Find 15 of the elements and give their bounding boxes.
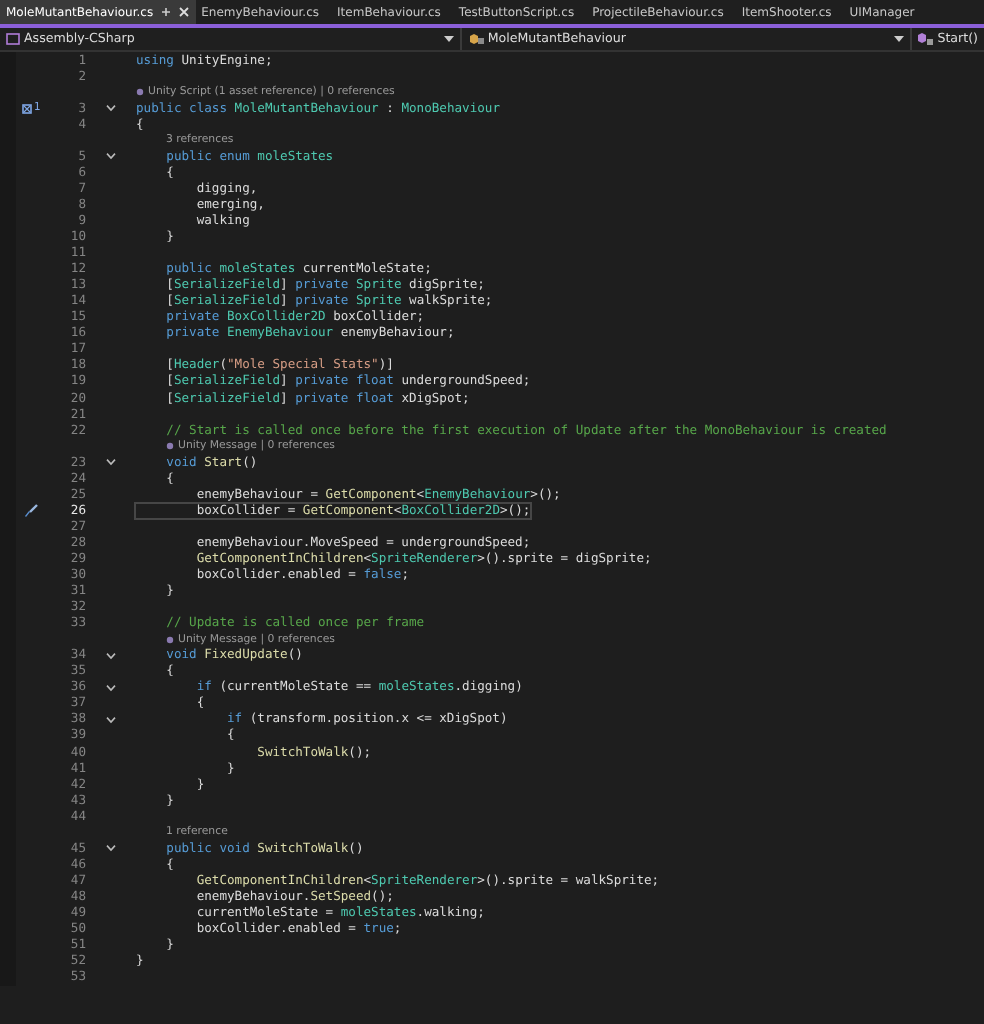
chevron-icon[interactable]: [106, 651, 116, 660]
chevron-icon[interactable]: [106, 715, 116, 724]
chevron-icon[interactable]: [106, 844, 116, 853]
caret-icon: [893, 36, 904, 42]
caret-icon: [443, 36, 454, 42]
method-icon: [917, 32, 934, 46]
implement-icon[interactable]: [21, 103, 32, 114]
chevron-icon[interactable]: [106, 458, 116, 467]
class-icon: [467, 32, 484, 46]
chevron-icon[interactable]: [106, 683, 116, 692]
project-icon: [6, 32, 20, 46]
chevron-icon[interactable]: [106, 152, 116, 161]
chevron-icon[interactable]: [106, 104, 116, 113]
close-icon[interactable]: [177, 6, 190, 18]
brush-icon[interactable]: [24, 503, 38, 518]
